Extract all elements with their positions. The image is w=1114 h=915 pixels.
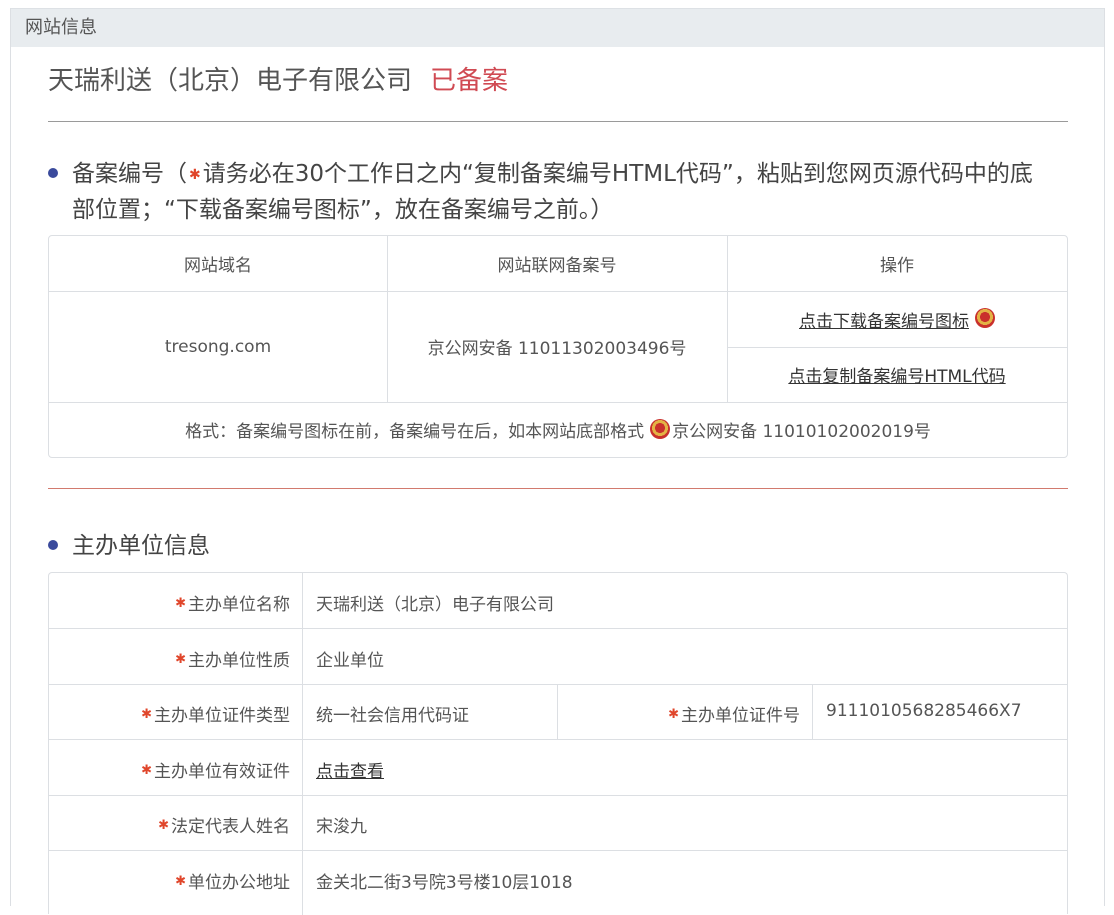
panel-header: 网站信息 <box>11 8 1104 47</box>
divider <box>48 121 1068 122</box>
legal-rep-label-text: 法定代表人姓名 <box>171 817 290 837</box>
org-heading-text: 主办单位信息 <box>72 533 210 559</box>
column-header-record-number: 网站联网备案号 <box>497 256 617 276</box>
office-address-label-text: 单位办公地址 <box>188 873 290 893</box>
record-table: 网站域名 网站联网备案号 操作 tresong.com 京公网安备 110113… <box>48 235 1068 458</box>
divider <box>812 684 813 740</box>
divider <box>49 628 1067 629</box>
legal-rep-label: ✱ 法定代表人姓名 <box>49 812 302 837</box>
office-address-value: 金关北二街3号院3号楼10层1018 <box>316 873 573 893</box>
office-address-label: ✱ 单位办公地址 <box>49 868 302 893</box>
org-section-heading: 主办单位信息 <box>48 526 210 560</box>
legal-rep-value: 宋浚九 <box>316 817 367 837</box>
divider <box>49 795 1067 796</box>
company-name: 天瑞利送（北京）电子有限公司 <box>48 66 413 96</box>
cert-number-value: 9111010568285466X7 <box>826 701 1022 721</box>
record-heading-line2: 部位置；“下载备案编号图标”，放在备案编号之前。） <box>72 197 614 223</box>
cert-type-value: 统一社会信用代码证 <box>316 706 469 726</box>
org-name-value: 天瑞利送（北京）电子有限公司 <box>316 595 554 615</box>
website-info-panel: 网站信息 天瑞利送（北京）电子有限公司 已备案 备案编号（ ✱请务必在30个工作日之… <box>10 8 1105 915</box>
bullet-icon <box>48 167 58 178</box>
bullet-icon <box>48 539 58 550</box>
required-star-icon: ✱ <box>158 818 169 833</box>
format-example: 京公网安备 11010102002019号 <box>672 422 931 442</box>
valid-cert-label: ✱ 主办单位有效证件 <box>49 757 302 782</box>
record-heading-line1: 请务必在30个工作日之内“复制备案编号HTML代码”，粘贴到您网页源代码中的底 <box>202 161 1033 187</box>
police-emblem-icon <box>650 418 671 439</box>
copy-html-link[interactable]: 点击复制备案编号HTML代码 <box>788 362 1005 387</box>
record-heading-prefix: 备案编号（ <box>72 161 187 187</box>
cert-number-label-text: 主办单位证件号 <box>681 706 800 726</box>
valid-cert-label-text: 主办单位有效证件 <box>154 762 290 782</box>
required-star-icon: ✱ <box>175 596 186 611</box>
site-title-row: 天瑞利送（北京）电子有限公司 已备案 <box>48 60 508 97</box>
domain-value: tresong.com <box>164 336 272 357</box>
required-star-icon: ✱ <box>141 707 152 722</box>
org-type-value: 企业单位 <box>316 651 384 671</box>
copy-html-action[interactable]: 点击复制备案编号HTML代码 <box>727 347 1067 402</box>
required-star-icon: ✱ <box>175 652 186 667</box>
status-badge: 已备案 <box>430 66 509 96</box>
required-star-icon: ✱ <box>189 167 201 183</box>
record-section-heading: 备案编号（ ✱请务必在30个工作日之内“复制备案编号HTML代码”，粘贴到您网页源… <box>48 158 1078 227</box>
org-type-label: ✱ 主办单位性质 <box>49 646 302 671</box>
required-star-icon: ✱ <box>175 874 186 889</box>
download-icon-link[interactable]: 点击下载备案编号图标 <box>799 307 969 332</box>
format-note: 格式：备案编号图标在前，备案编号在后，如本网站底部格式 京公网安备 1101010… <box>49 402 1067 457</box>
org-name-label: ✱ 主办单位名称 <box>49 590 302 615</box>
cert-type-label: ✱ 主办单位证件类型 <box>49 701 302 726</box>
cert-type-label-text: 主办单位证件类型 <box>154 706 290 726</box>
police-emblem-icon <box>975 308 995 328</box>
divider <box>49 684 1067 685</box>
download-icon-action[interactable]: 点击下载备案编号图标 <box>727 291 1067 347</box>
divider <box>49 850 1067 851</box>
divider <box>48 488 1068 489</box>
org-info-table: ✱ 主办单位名称 天瑞利送（北京）电子有限公司 ✱ 主办单位性质 企业单位 ✱ 主办单… <box>48 572 1068 915</box>
required-star-icon: ✱ <box>668 707 679 722</box>
format-note-prefix: 格式：备案编号图标在前，备案编号在后，如本网站底部格式 <box>185 422 645 442</box>
cert-number-label: ✱ 主办单位证件号 <box>557 701 812 726</box>
required-star-icon: ✱ <box>141 763 152 778</box>
divider <box>302 573 303 915</box>
column-header-domain: 网站域名 <box>184 256 252 276</box>
divider <box>49 739 1067 740</box>
record-number-value: 京公网安备 11011302003496号 <box>427 339 687 359</box>
column-header-actions: 操作 <box>880 256 914 276</box>
view-cert-link[interactable]: 点击查看 <box>316 757 384 782</box>
org-type-label-text: 主办单位性质 <box>188 651 290 671</box>
org-name-label-text: 主办单位名称 <box>188 595 290 615</box>
